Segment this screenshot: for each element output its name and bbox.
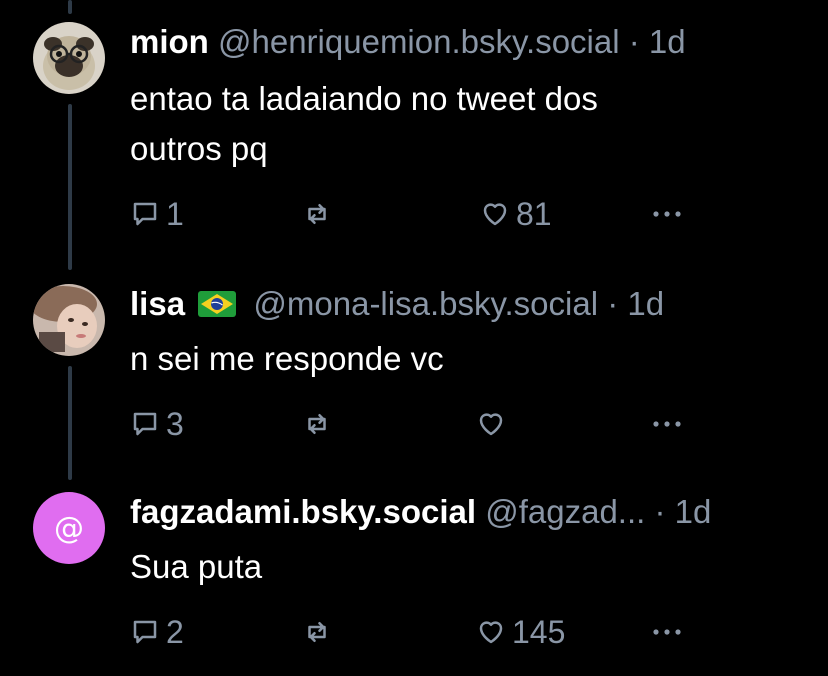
- post-text: Sua puta: [130, 542, 690, 592]
- like-button[interactable]: 145: [476, 612, 565, 652]
- reply-count: 3: [166, 405, 184, 442]
- post[interactable]: @ fagzadami.bsky.social @fagzad... · 1d …: [0, 492, 828, 662]
- post-text-line: outros pq: [130, 130, 268, 167]
- reply-count: 1: [166, 195, 184, 232]
- post-text-line: Sua puta: [130, 548, 263, 585]
- like-button[interactable]: [476, 404, 506, 444]
- separator-dot: ·: [628, 23, 640, 60]
- repost-button[interactable]: [302, 194, 332, 234]
- person-avatar-image: [33, 284, 105, 356]
- more-options-button[interactable]: [650, 194, 684, 234]
- more-icon: [653, 211, 681, 217]
- post-text-line: entao ta ladaiando no tweet dos: [130, 80, 598, 117]
- avatar[interactable]: @: [33, 492, 105, 564]
- heart-icon: [479, 413, 503, 436]
- post-time[interactable]: 1d: [675, 493, 712, 530]
- default-avatar-glyph: @: [54, 510, 84, 546]
- post-actions: 1 81: [130, 194, 690, 234]
- repost-icon: [308, 204, 326, 224]
- author-handle[interactable]: @henriquemion.bsky.social: [218, 23, 620, 60]
- post-header: lisa @mona-lisa.bsky.social · 1d: [130, 284, 808, 324]
- reply-icon: [133, 412, 157, 436]
- more-options-button[interactable]: [650, 404, 684, 444]
- post[interactable]: mion @henriquemion.bsky.social · 1d enta…: [0, 22, 828, 262]
- separator-dot: ·: [654, 493, 666, 530]
- heart-icon: [483, 203, 507, 226]
- post-actions: 2 145: [130, 612, 690, 652]
- post-time[interactable]: 1d: [649, 23, 686, 60]
- thread-line: [68, 0, 72, 14]
- post-text-line: n sei me responde vc: [130, 340, 444, 377]
- post-time[interactable]: 1d: [627, 285, 664, 322]
- repost-icon: [308, 622, 326, 642]
- author-name[interactable]: mion: [130, 23, 209, 60]
- more-icon: [653, 629, 681, 635]
- post-header: fagzadami.bsky.social @fagzad... · 1d: [130, 492, 808, 532]
- repost-button[interactable]: [302, 612, 332, 652]
- author-handle[interactable]: @mona-lisa.bsky.social: [253, 285, 598, 322]
- author-handle[interactable]: @fagzad...: [485, 493, 645, 530]
- repost-icon: [308, 414, 326, 434]
- avatar[interactable]: [33, 284, 105, 356]
- reply-button[interactable]: 2: [130, 612, 184, 652]
- post-actions: 3: [130, 404, 690, 444]
- like-button[interactable]: 81: [480, 194, 552, 234]
- like-count: 81: [516, 195, 552, 232]
- reply-icon: [133, 202, 157, 226]
- like-count: 145: [512, 613, 566, 650]
- more-options-button[interactable]: [650, 612, 684, 652]
- heart-icon: [479, 621, 503, 644]
- reply-count: 2: [166, 613, 184, 650]
- author-name[interactable]: lisa: [130, 285, 185, 322]
- separator-dot: ·: [607, 285, 619, 322]
- reply-button[interactable]: 1: [130, 194, 184, 234]
- post-text: entao ta ladaiando no tweet dos outros p…: [130, 74, 690, 174]
- author-name[interactable]: fagzadami.bsky.social: [130, 493, 476, 530]
- reply-button[interactable]: 3: [130, 404, 184, 444]
- avatar[interactable]: [33, 22, 105, 94]
- more-icon: [653, 421, 681, 427]
- reply-icon: [133, 620, 157, 644]
- brazil-flag-icon: [198, 291, 237, 318]
- post[interactable]: lisa @mona-lisa.bsky.social · 1d n sei m…: [0, 284, 828, 454]
- repost-button[interactable]: [302, 404, 332, 444]
- post-header: mion @henriquemion.bsky.social · 1d: [130, 22, 808, 62]
- pug-avatar-image: [33, 22, 105, 94]
- post-text: n sei me responde vc: [130, 334, 690, 384]
